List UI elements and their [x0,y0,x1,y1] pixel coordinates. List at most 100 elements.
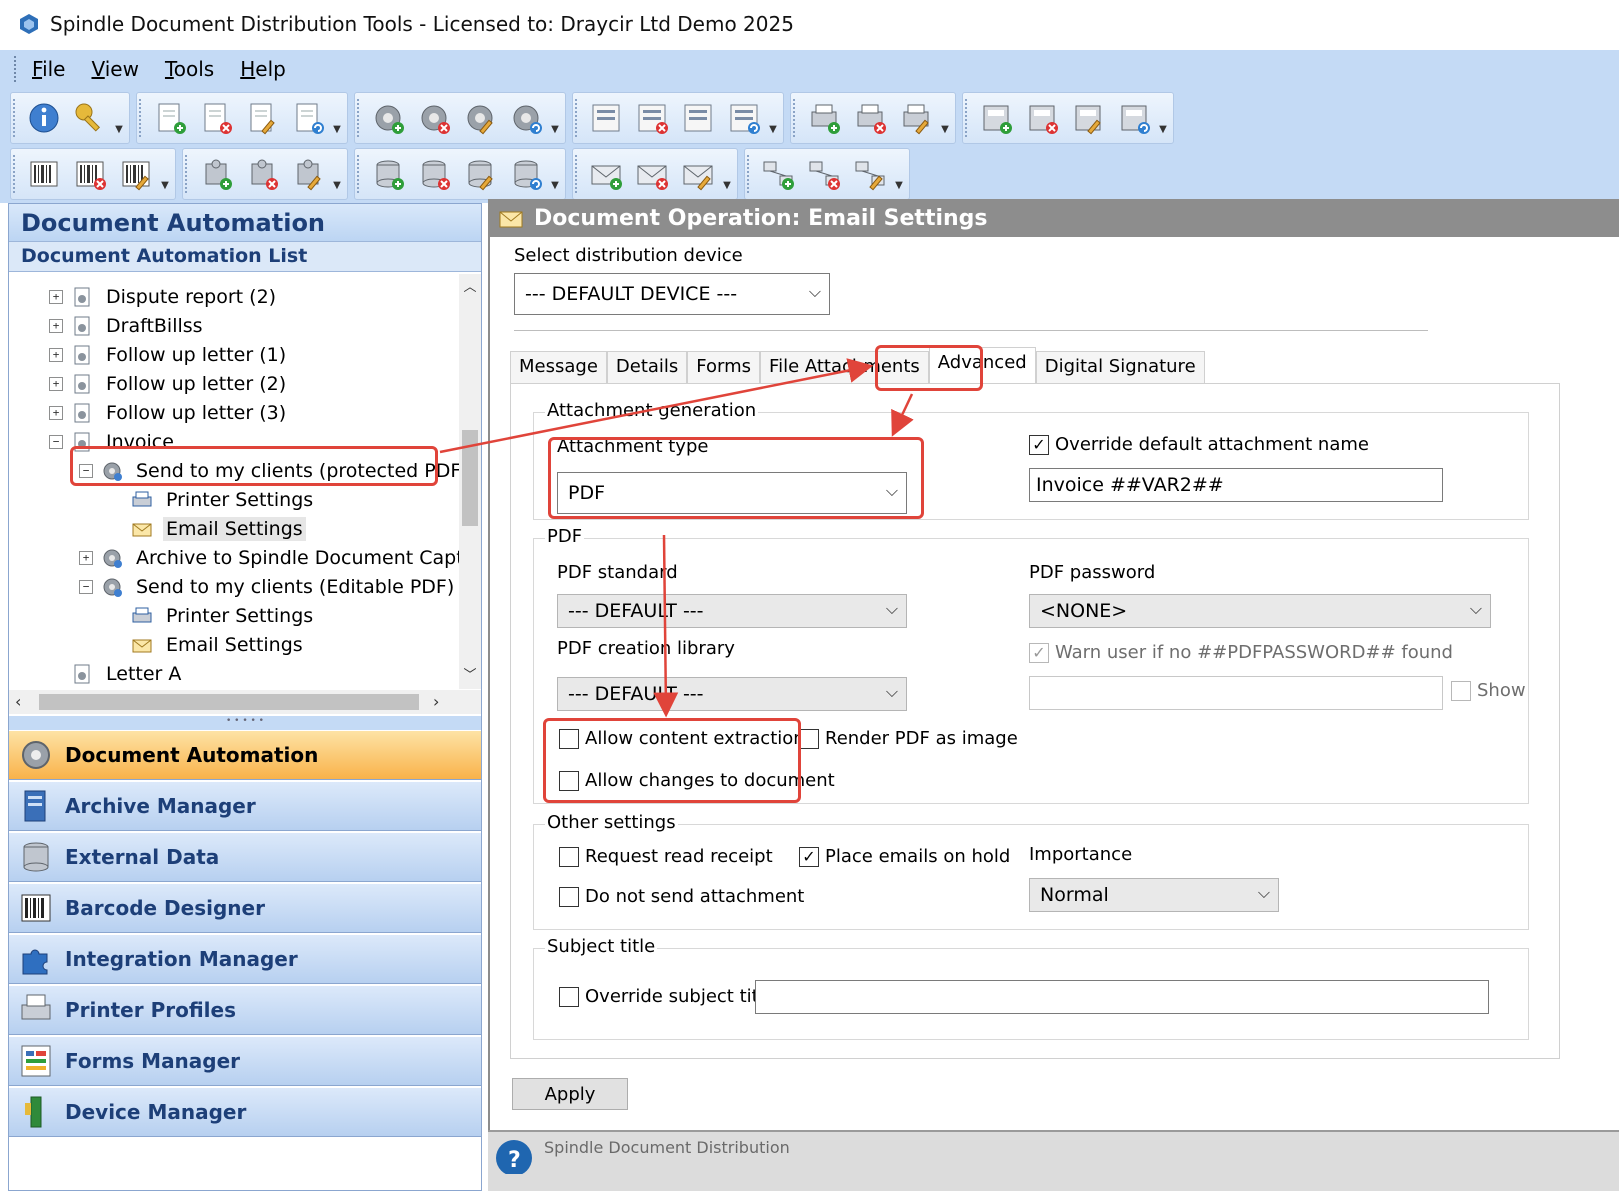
read-receipt-checkbox[interactable]: Request read receipt [559,846,773,867]
delete-barcode-icon[interactable] [67,151,113,197]
tree-horizontal-scrollbar[interactable]: ‹ › [9,690,481,714]
expander-icon[interactable]: + [79,550,93,565]
warn-no-password-checkbox[interactable]: ✓ Warn user if no ##PDFPASSWORD## found [1029,642,1453,663]
nav-external-data[interactable]: External Data [9,832,481,882]
tree-node[interactable]: + DraftBillss [49,311,206,340]
delete-database-icon[interactable] [411,151,457,197]
render-image-checkbox[interactable]: Render PDF as image [799,728,1018,749]
toolbar-overflow-icon[interactable]: ▼ [549,95,561,141]
toolbar-grip[interactable] [139,99,143,137]
toolbar-overflow-icon[interactable]: ▼ [331,151,343,197]
tree-vertical-scrollbar[interactable]: ︿ ﹀ [459,274,481,689]
add-database-icon[interactable] [365,151,411,197]
place-on-hold-checkbox[interactable]: ✓ Place emails on hold [799,846,1010,867]
device-select[interactable]: --- DEFAULT DEVICE --- ⌵ [514,273,830,315]
nav-barcode-designer[interactable]: Barcode Designer [9,883,481,933]
tab-file-attachments[interactable]: File Attachments [760,351,929,383]
tree-node[interactable]: Printer Settings [109,485,316,514]
delete-document-icon[interactable] [193,95,239,141]
toolbar-grip[interactable] [747,155,751,193]
toolbar-overflow-icon[interactable]: ▼ [767,95,779,141]
delete-envelope-icon[interactable] [629,151,675,197]
attachment-name-input[interactable]: Invoice ##VAR2## [1029,468,1443,502]
edit-automation-icon[interactable] [457,95,503,141]
subject-input[interactable] [755,980,1489,1014]
override-subject-checkbox[interactable]: Override subject title [559,986,775,1007]
delete-integration-icon[interactable] [239,151,285,197]
tree-node[interactable]: + Dispute report (2) [49,282,279,311]
importance-select[interactable]: Normal ⌵ [1029,878,1279,912]
scroll-up-icon[interactable]: ︿ [459,276,481,298]
form-icon[interactable] [583,95,629,141]
h-scroll-thumb[interactable] [39,694,419,710]
expander-icon[interactable]: + [49,318,63,333]
override-name-checkbox[interactable]: ✓ Override default attachment name [1029,434,1369,455]
expander-icon[interactable]: + [49,289,63,304]
menu-view[interactable]: View [91,57,138,81]
edit-device-icon[interactable] [1065,95,1111,141]
tree-node[interactable]: − Send to my clients (protected PDF) [79,456,459,485]
delete-node-icon[interactable] [801,151,847,197]
tree-node[interactable]: Email Settings [109,514,306,543]
toolbar-grip[interactable] [185,155,189,193]
tree-node[interactable]: + Follow up letter (2) [49,369,289,398]
delete-device-icon[interactable] [1019,95,1065,141]
menu-help[interactable]: Help [240,57,286,81]
tree-node[interactable]: − Send to my clients (Editable PDF) [79,572,457,601]
tree-node[interactable]: + Follow up letter (1) [49,340,289,369]
tree-node[interactable]: + Follow up letter (3) [49,398,289,427]
toolbar-overflow-icon[interactable]: ▼ [721,151,733,197]
scroll-right-icon[interactable]: › [433,692,439,711]
tab-message[interactable]: Message [510,351,607,383]
add-node-icon[interactable] [755,151,801,197]
expander-icon[interactable]: + [49,347,63,362]
toolbar-grip[interactable] [965,99,969,137]
delete-form-icon[interactable] [629,95,675,141]
edit-node-icon[interactable] [847,151,893,197]
tab-advanced[interactable]: Advanced [928,347,1036,383]
scroll-left-icon[interactable]: ‹ [15,692,21,711]
info-icon[interactable] [21,95,67,141]
pdf-password-select[interactable]: <NONE> ⌵ [1029,594,1491,628]
toolbar-overflow-icon[interactable]: ▼ [113,95,125,141]
tab-details[interactable]: Details [606,351,688,383]
form-layout-icon[interactable] [675,95,721,141]
menu-file[interactable]: File [32,57,65,81]
edit-document-icon[interactable] [239,95,285,141]
nav-printer-profiles[interactable]: Printer Profiles [9,985,481,1035]
add-integration-icon[interactable] [193,151,239,197]
edit-barcode-icon[interactable] [113,151,159,197]
toolbar-grip[interactable] [575,155,579,193]
toolbar-grip[interactable] [13,155,17,193]
nav-archive-manager[interactable]: Archive Manager [9,781,481,831]
copy-form-icon[interactable] [721,95,767,141]
allow-changes-checkbox[interactable]: Allow changes to document [559,770,835,791]
menu-grip[interactable] [14,56,18,82]
toolbar-grip[interactable] [13,99,17,137]
delete-automation-icon[interactable] [411,95,457,141]
toolbar-overflow-icon[interactable]: ▼ [939,95,951,141]
menu-tools[interactable]: Tools [165,57,214,81]
toolbar-overflow-icon[interactable]: ▼ [1157,95,1169,141]
tab-digital-signature[interactable]: Digital Signature [1035,351,1205,383]
tree-node[interactable]: Letter A [49,659,184,688]
edit-database-icon[interactable] [457,151,503,197]
add-automation-icon[interactable] [365,95,411,141]
attachment-type-select[interactable]: PDF ⌵ [557,472,907,514]
expander-icon[interactable]: − [79,463,93,478]
no-attachment-checkbox[interactable]: Do not send attachment [559,886,804,907]
expander-icon[interactable]: − [49,434,63,449]
toolbar-grip[interactable] [357,99,361,137]
allow-extraction-checkbox[interactable]: Allow content extraction [559,728,805,749]
key-icon[interactable] [67,95,113,141]
toolbar-overflow-icon[interactable]: ▼ [159,151,171,197]
show-password-checkbox[interactable]: Show [1451,680,1526,701]
add-printer-icon[interactable] [801,95,847,141]
nav-integration-manager[interactable]: Integration Manager [9,934,481,984]
apply-button[interactable]: Apply [512,1078,628,1110]
copy-device-icon[interactable] [1111,95,1157,141]
add-envelope-icon[interactable] [583,151,629,197]
pane-splitter[interactable]: • • • • • [9,716,481,730]
tree-node[interactable]: Email Settings [109,630,306,659]
toolbar-grip[interactable] [357,155,361,193]
